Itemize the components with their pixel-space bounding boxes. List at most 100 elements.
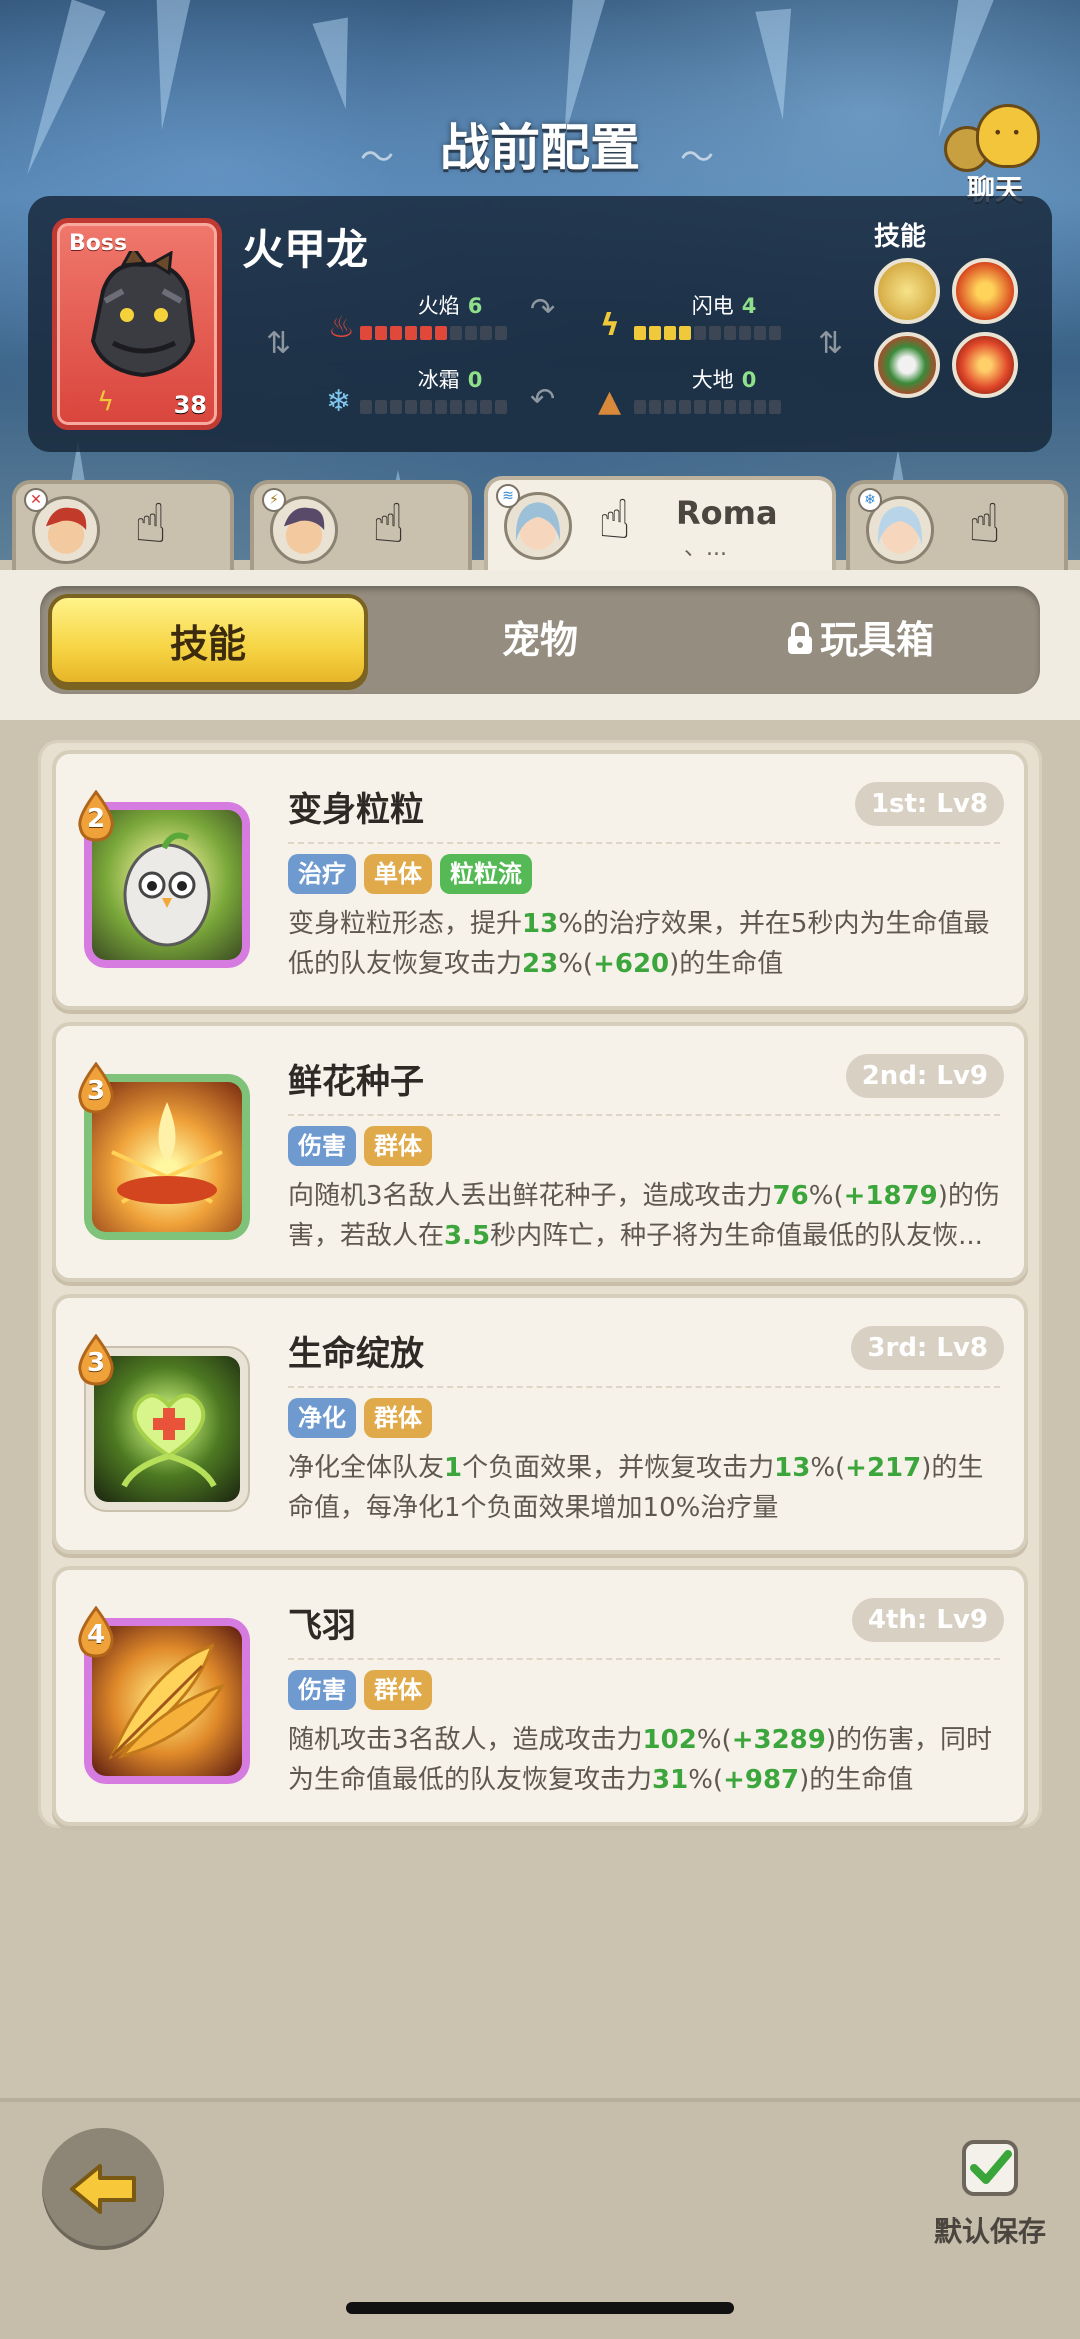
highlight-value: 13 bbox=[522, 909, 559, 939]
stat-bar-segment bbox=[420, 326, 432, 340]
tap-hand-icon: ☝ bbox=[134, 492, 167, 555]
skill-name: 生命绽放 bbox=[288, 1334, 424, 1374]
snowflake-icon: ❄ bbox=[326, 384, 352, 419]
boss-level: 38 bbox=[173, 391, 207, 419]
skill-description: 向随机3名敌人丢出鲜花种子，造成攻击力76%(+1879)的伤害，若敌人在3.5… bbox=[288, 1176, 1008, 1296]
skill-tag: 治疗 bbox=[288, 854, 356, 894]
boss-skill-icon[interactable] bbox=[874, 332, 940, 398]
highlight-value: 23 bbox=[522, 949, 559, 979]
tap-hand-icon: ☝ bbox=[372, 492, 405, 555]
skill-tag: 单体 bbox=[364, 854, 432, 894]
boss-skill-icon[interactable] bbox=[952, 332, 1018, 398]
highlight-value: +987 bbox=[723, 1765, 800, 1795]
tab-toys[interactable]: 玩具箱 bbox=[700, 594, 1020, 686]
stat-bar-segment bbox=[480, 400, 492, 414]
back-button[interactable] bbox=[42, 2128, 164, 2250]
skill-card[interactable]: 4 飞羽 4th: Lv9 伤害 群体 随机攻击3名敌人，造成攻击力102%(+3… bbox=[52, 1566, 1028, 1826]
home-indicator bbox=[346, 2302, 734, 2314]
skill-card[interactable]: 2 变身粒粒 1st: Lv8 治疗 单体 粒粒流 变身粒粒形态，提升13%的治疗效… bbox=[52, 750, 1028, 1010]
skill-card[interactable]: 3 鲜花种子 2nd: Lv9 伤害 群体 向随机3名敌人丢出鲜花种子，造成攻击力… bbox=[52, 1022, 1028, 1282]
skill-name: 鲜花种子 bbox=[288, 1062, 424, 1102]
stat-bar-segment bbox=[754, 326, 766, 340]
stat-bar-segment bbox=[375, 326, 387, 340]
skill-description: 净化全体队友1个负面效果，并恢复攻击力13%(+217)的生命值，每净化1个负面… bbox=[288, 1448, 1008, 1528]
hero-tab[interactable]: ⚡ ☝ bbox=[250, 480, 472, 572]
skill-card[interactable]: 3 生命绽放 3rd: Lv8 净化 群体 净化全体队友1个负面效果，并恢复攻击力… bbox=[52, 1294, 1028, 1554]
hero-tab-active[interactable]: ≋ ☝ Roma 、... bbox=[484, 476, 836, 576]
skill-description: 变身粒粒形态，提升13%的治疗效果，并在5秒内为生命值最低的队友恢复攻击力23%… bbox=[288, 904, 1008, 984]
description-text: 个负面效果，并恢复攻击力 bbox=[462, 1453, 775, 1483]
boss-skill-icon[interactable] bbox=[952, 258, 1018, 324]
description-text: 向随机3名敌人丢出鲜花种子，造成攻击力 bbox=[288, 1181, 773, 1211]
divider bbox=[288, 1658, 1000, 1660]
stat-bar-segment bbox=[694, 326, 706, 340]
skill-tag: 净化 bbox=[288, 1398, 356, 1438]
lightning-icon: ϟ bbox=[97, 387, 115, 417]
hero-tab[interactable]: ✕ ☝ bbox=[12, 480, 234, 572]
boss-skill-icon[interactable] bbox=[874, 258, 940, 324]
default-save-button[interactable]: 默认保存 bbox=[920, 2138, 1060, 2250]
stat-bar-segment bbox=[360, 326, 372, 340]
skill-rank-badge: 1st: Lv8 bbox=[854, 782, 1004, 826]
stat-bar-segment bbox=[360, 400, 372, 414]
skill-tag: 群体 bbox=[364, 1398, 432, 1438]
skill-tags: 净化 群体 bbox=[288, 1398, 432, 1438]
flame-icon: ♨ bbox=[328, 310, 355, 345]
stat-bar-segment bbox=[754, 400, 766, 414]
skill-tags: 伤害 群体 bbox=[288, 1670, 432, 1710]
skill-rank-badge: 3rd: Lv8 bbox=[851, 1326, 1004, 1370]
stat-bar-segment bbox=[664, 326, 676, 340]
skill-tags: 治疗 单体 粒粒流 bbox=[288, 854, 532, 894]
tap-hand-icon: ☝ bbox=[598, 488, 631, 551]
swap-arrow-icon: ↷ bbox=[530, 292, 556, 327]
skill-list: 2 变身粒粒 1st: Lv8 治疗 单体 粒粒流 变身粒粒形态，提升13%的治疗效… bbox=[38, 740, 1042, 1828]
stat-bar-segment bbox=[390, 326, 402, 340]
skill-cost-badge: 3 bbox=[74, 1062, 118, 1114]
swap-arrow-icon: ↶ bbox=[530, 382, 556, 417]
description-text: %( bbox=[810, 1453, 846, 1483]
earth-icon: ▲ bbox=[598, 384, 622, 419]
highlight-value: 76 bbox=[772, 1181, 809, 1211]
hero-class-badge: ✕ bbox=[24, 488, 48, 512]
tab-skills[interactable]: 技能 bbox=[48, 594, 368, 686]
hero-name: Roma bbox=[676, 494, 778, 532]
chat-button[interactable]: 聊天 bbox=[940, 104, 1050, 208]
stat-bar-segment bbox=[495, 400, 507, 414]
skill-cost-badge: 3 bbox=[74, 1334, 118, 1386]
hero-class-badge: ≋ bbox=[496, 484, 520, 508]
description-text: %( bbox=[688, 1765, 724, 1795]
stat-bar-segment bbox=[405, 326, 417, 340]
stat-bar-segment bbox=[769, 326, 781, 340]
skill-tag: 粒粒流 bbox=[440, 854, 532, 894]
boss-panel: Boss ♨ ϟ 38 火甲龙 ♨ 火焰 6 ϟ 闪电 4 ❄ 冰霜 0 ▲ 大地 0 bbox=[28, 196, 1052, 452]
page-title: 战前配置 bbox=[440, 119, 640, 177]
stat-bar-segment bbox=[694, 400, 706, 414]
stat-lightning: 闪电 4 bbox=[634, 290, 814, 340]
divider bbox=[288, 842, 1000, 844]
boss-card[interactable]: Boss ♨ ϟ 38 bbox=[52, 218, 222, 430]
divider bbox=[288, 1114, 1000, 1116]
stat-bar-segment bbox=[634, 400, 646, 414]
highlight-value: 102 bbox=[642, 1725, 697, 1755]
description-text: %( bbox=[558, 949, 594, 979]
stat-fire: 火焰 6 bbox=[360, 290, 540, 340]
description-text: 随机攻击3名敌人，造成攻击力 bbox=[288, 1725, 643, 1755]
stat-bar-segment bbox=[420, 400, 432, 414]
stat-bar-segment bbox=[724, 400, 736, 414]
stat-bar-segment bbox=[450, 326, 462, 340]
skill-tag: 群体 bbox=[364, 1670, 432, 1710]
highlight-value: +1879 bbox=[843, 1181, 938, 1211]
stat-bar-segment bbox=[709, 326, 721, 340]
hero-tab[interactable]: ❄ ☝ bbox=[846, 480, 1068, 572]
highlight-value: 13 bbox=[774, 1453, 811, 1483]
stat-bar-segment bbox=[480, 326, 492, 340]
highlight-value: +3289 bbox=[731, 1725, 826, 1755]
stat-bar-segment bbox=[375, 400, 387, 414]
hero-class-badge: ❄ bbox=[858, 488, 882, 512]
boss-skills-label: 技能 bbox=[874, 222, 927, 252]
stat-bar-segment bbox=[649, 326, 661, 340]
tab-pets[interactable]: 宠物 bbox=[380, 594, 700, 686]
boss-portrait bbox=[90, 251, 196, 378]
description-text: )的生命值 bbox=[669, 949, 784, 979]
stat-bar-segment bbox=[739, 326, 751, 340]
